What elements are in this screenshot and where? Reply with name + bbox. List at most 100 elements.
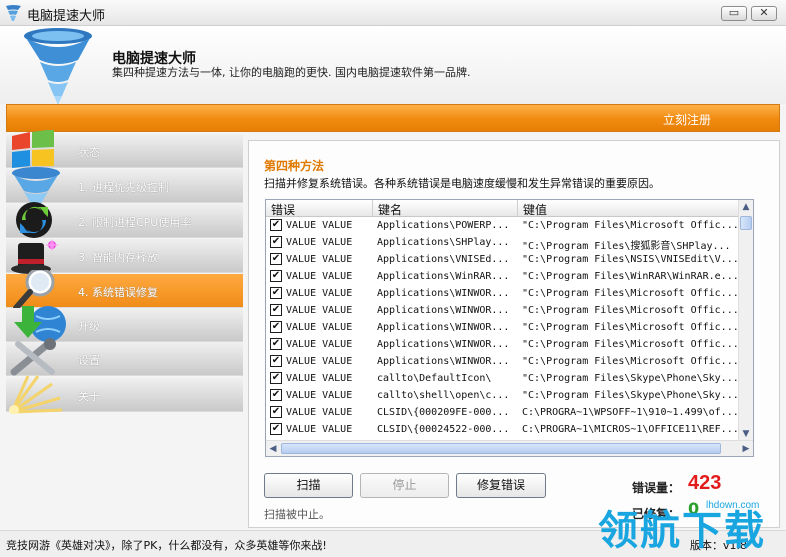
close-button[interactable]: ✕ [751, 6, 777, 21]
scroll-left-arrow-icon[interactable]: ◀ [266, 442, 280, 456]
error-cell: VALUE VALUE [286, 288, 353, 299]
sidebar-item-cpu-limit[interactable]: 2. 限制进程CPU使用率 [6, 202, 243, 238]
method-title: 第四种方法 [264, 159, 325, 173]
column-header-value[interactable]: 键值 [523, 201, 547, 218]
sidebar-item-status[interactable]: 状态 [6, 130, 243, 168]
table-row[interactable]: ✔ VALUE VALUE Applications\POWERP... "C:\Pr… [266, 217, 739, 234]
tornado-logo-icon [24, 28, 92, 105]
error-count-label: 错误量： [632, 481, 681, 495]
column-header-key[interactable]: 键名 [378, 201, 402, 218]
table-row[interactable]: ✔ VALUE VALUE Applications\WINWOR... "C:\Pr… [266, 285, 739, 302]
horizontal-scroll-thumb[interactable] [281, 443, 721, 454]
value-cell: "C:\Program Files\Skype\Phone\Sky... [522, 390, 737, 401]
key-cell: Applications\WINWOR... [377, 322, 510, 333]
error-cell: VALUE VALUE [286, 373, 353, 384]
row-checkbox[interactable]: ✔ [270, 253, 282, 265]
windows-logo-icon [12, 130, 54, 168]
sidebar-item-label: 1. 进程优先级控制 [78, 181, 169, 194]
row-checkbox[interactable]: ✔ [270, 270, 282, 282]
row-checkbox[interactable]: ✔ [270, 406, 282, 418]
refresh-arrows-icon [16, 202, 52, 238]
sidebar-item-label: 4. 系统错误修复 [78, 286, 158, 299]
app-slogan: 集四种提速方法与一体, 让你的电脑跑的更快. 国内电脑提速软件第一品牌. [112, 66, 471, 79]
table-row[interactable]: ✔ VALUE VALUE Applications\VNISEd... "C:\Pr… [266, 251, 739, 268]
key-cell: Applications\POWERP... [377, 220, 510, 231]
scroll-right-arrow-icon[interactable]: ▶ [739, 442, 753, 456]
table-row[interactable]: ✔ VALUE VALUE CLSID\{00024522-000... C:\PRO… [266, 421, 739, 438]
sidebar-item-upgrade[interactable]: 升级 [6, 306, 243, 342]
scan-status: 扫描被中止。 [264, 508, 330, 521]
error-cell: VALUE VALUE [286, 220, 353, 231]
sidebar-item-settings[interactable]: 设置 [6, 338, 243, 376]
row-checkbox[interactable]: ✔ [270, 389, 282, 401]
value-cell: "C:\Program Files\Microsoft Offic... [522, 305, 737, 316]
sidebar-item-about[interactable]: 关于 [6, 375, 243, 414]
table-row[interactable]: ✔ VALUE VALUE Applications\WINWOR... "C:\Pr… [266, 336, 739, 353]
promo-text[interactable]: 竞技网游《英雄对决》，除了PK，什么都没有，众多英雄等你来战! [6, 537, 327, 553]
stop-button[interactable]: 停止 [360, 473, 449, 498]
table-row[interactable]: ✔ VALUE VALUE CLSID\{000209FE-000... C:\PRO… [266, 404, 739, 421]
tools-icon [10, 338, 56, 376]
sidebar-item-label: 2. 限制进程CPU使用率 [78, 216, 192, 229]
scan-button[interactable]: 扫描 [264, 473, 353, 498]
list-rows: ✔ VALUE VALUE Applications\POWERP... "C:\Pr… [266, 217, 739, 438]
watermark: 领航下载 lhdown.com [598, 498, 784, 556]
list-header: 错误 键名 键值 [266, 200, 739, 217]
scroll-down-arrow-icon[interactable]: ▼ [739, 427, 753, 441]
sidebar-item-process-priority[interactable]: 1. 进程优先级控制 [6, 167, 243, 205]
row-checkbox[interactable]: ✔ [270, 355, 282, 367]
error-cell: VALUE VALUE [286, 407, 353, 418]
error-cell: VALUE VALUE [286, 322, 353, 333]
error-cell: VALUE VALUE [286, 424, 353, 435]
column-header-error[interactable]: 错误 [271, 201, 295, 218]
app-header: 电脑提速大师 集四种提速方法与一体, 让你的电脑跑的更快. 国内电脑提速软件第一… [0, 26, 786, 105]
sidebar-item-label: 关于 [78, 390, 100, 403]
value-cell: C:\PROGRA~1\MICROS~1\OFFICE11\REF... [522, 424, 737, 435]
key-cell: callto\DefaultIcon\ [377, 373, 492, 384]
window-title: 电脑提速大师 [27, 9, 106, 24]
value-cell: "C:\Program Files\WinRAR\WinRAR.e... [522, 271, 737, 282]
table-row[interactable]: ✔ VALUE VALUE Applications\WINWOR... "C:\Pr… [266, 302, 739, 319]
table-row[interactable]: ✔ VALUE VALUE Applications\WINWOR... "C:\Pr… [266, 319, 739, 336]
main-panel: 第四种方法 扫描并修复系统错误。各种系统错误是电脑速度缓慢和发生异常错误的重要原… [248, 140, 780, 528]
fix-errors-button[interactable]: 修复错误 [456, 473, 546, 498]
vertical-scroll-thumb[interactable] [740, 216, 752, 230]
key-cell: Applications\WINWOR... [377, 356, 510, 367]
row-checkbox[interactable]: ✔ [270, 287, 282, 299]
register-link[interactable]: 立刻注册 [663, 111, 711, 128]
error-cell: VALUE VALUE [286, 237, 353, 248]
table-row[interactable]: ✔ VALUE VALUE Applications\WinRAR... "C:\Pr… [266, 268, 739, 285]
registry-error-list[interactable]: 错误 键名 键值 ✔ VALUE VALUE Applications\POWERP… [265, 199, 754, 457]
sidebar-item-label: 设置 [78, 354, 100, 367]
sidebar-item-memory-release[interactable]: 3. 智能内存释放 [6, 239, 243, 274]
sidebar-item-label: 升级 [78, 320, 100, 333]
row-checkbox[interactable]: ✔ [270, 338, 282, 350]
horizontal-scrollbar[interactable]: ◀ ▶ [266, 440, 753, 456]
scroll-up-arrow-icon[interactable]: ▲ [739, 200, 753, 214]
minimize-button[interactable]: ▭ [721, 6, 747, 21]
sidebar-item-error-repair[interactable]: 4. 系统错误修复 [6, 270, 243, 310]
table-row[interactable]: ✔ VALUE VALUE Applications\WINWOR... "C:\Pr… [266, 353, 739, 370]
row-checkbox[interactable]: ✔ [270, 321, 282, 333]
row-checkbox[interactable]: ✔ [270, 423, 282, 435]
column-divider[interactable] [372, 200, 373, 217]
value-cell: C:\PROGRA~1\WPSOFF~1\910~1.499\of... [522, 407, 737, 418]
vertical-scrollbar[interactable]: ▲ ▼ [738, 200, 753, 441]
app-window: 电脑提速大师 ▭ ✕ 电脑提速大师 集四种提速方法与一体, 让你的电脑跑的更快.… [0, 0, 786, 557]
table-row[interactable]: ✔ VALUE VALUE callto\shell\open\c... "C:\Pr… [266, 387, 739, 404]
column-divider[interactable] [517, 200, 518, 217]
row-checkbox[interactable]: ✔ [270, 304, 282, 316]
error-cell: VALUE VALUE [286, 339, 353, 350]
title-bar[interactable]: 电脑提速大师 ▭ ✕ [0, 0, 786, 26]
tornado-icon [12, 167, 60, 205]
row-checkbox[interactable]: ✔ [270, 372, 282, 384]
light-burst-icon [9, 375, 63, 414]
error-cell: VALUE VALUE [286, 254, 353, 265]
table-row[interactable]: ✔ VALUE VALUE Applications\SHPlay... "C:\Pr… [266, 234, 739, 252]
table-row[interactable]: ✔ VALUE VALUE callto\DefaultIcon\ "C:\Progr… [266, 370, 739, 387]
row-checkbox[interactable]: ✔ [270, 236, 282, 248]
row-checkbox[interactable]: ✔ [270, 219, 282, 231]
error-cell: VALUE VALUE [286, 271, 353, 282]
error-cell: VALUE VALUE [286, 356, 353, 367]
error-cell: VALUE VALUE [286, 390, 353, 401]
